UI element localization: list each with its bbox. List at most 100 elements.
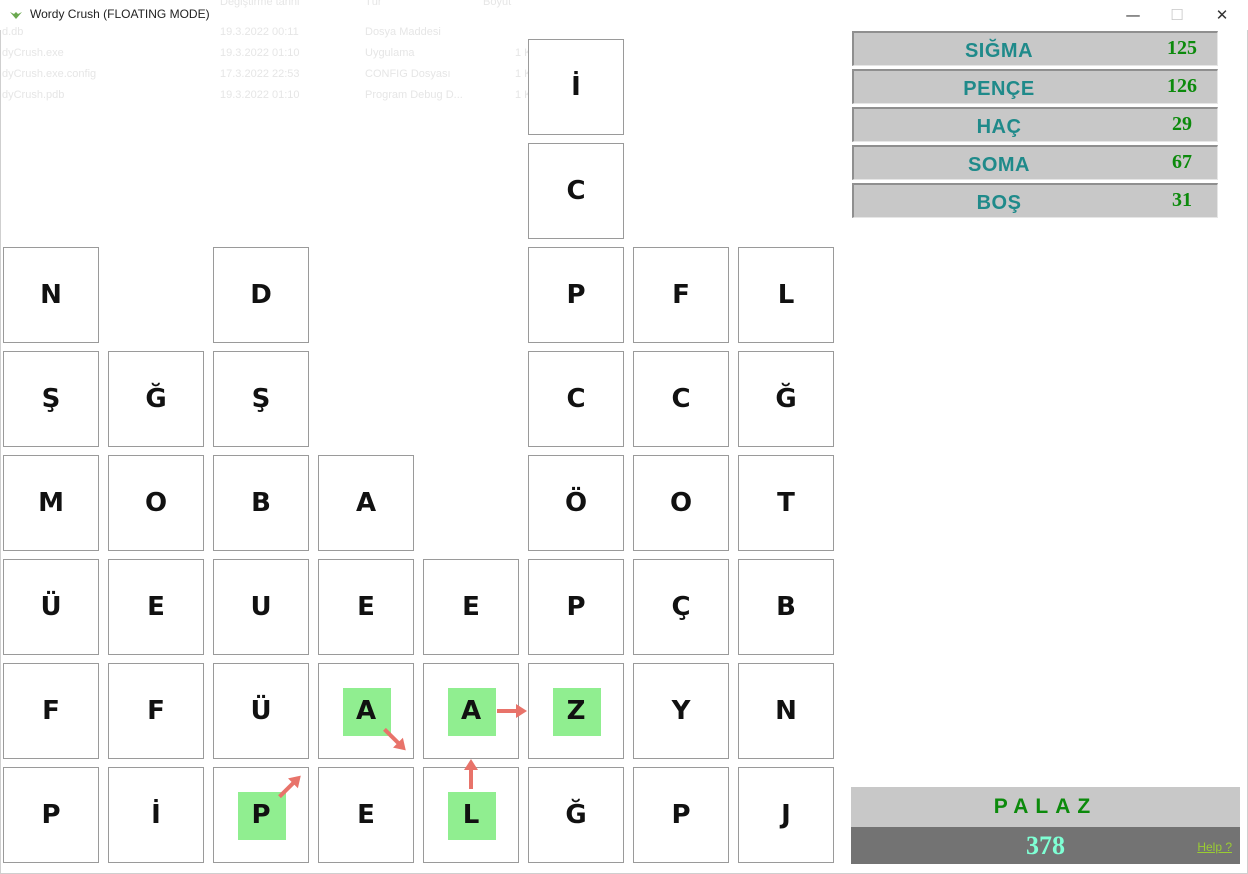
letter-tile[interactable]: E [423, 559, 519, 655]
letter-tile[interactable]: N [3, 247, 99, 343]
tile-letter: F [147, 696, 165, 726]
letter-tile[interactable]: Ğ [738, 351, 834, 447]
letter-tile[interactable]: E [318, 767, 414, 863]
tile-letter: C [566, 384, 586, 414]
tile-letter: Ç [671, 592, 691, 622]
letter-tile[interactable]: P [213, 767, 309, 863]
letter-tile[interactable]: İ [528, 39, 624, 135]
tile-letter: P [671, 800, 691, 830]
tile-letter: Ğ [565, 800, 587, 830]
found-word: PENÇE [963, 77, 1035, 100]
letter-tile[interactable]: Ğ [528, 767, 624, 863]
letter-tile[interactable]: C [633, 351, 729, 447]
letter-tile[interactable]: U [213, 559, 309, 655]
letter-tile[interactable]: J [738, 767, 834, 863]
explorer-file-type: CONFIG Dosyası [365, 68, 451, 80]
letter-tile[interactable]: E [108, 559, 204, 655]
letter-tile[interactable]: Z [528, 663, 624, 759]
letter-tile[interactable]: O [108, 455, 204, 551]
tile-letter: P [566, 280, 586, 310]
found-word-row: SIĞMA 125 [852, 31, 1218, 66]
found-word: SIĞMA [964, 39, 1034, 62]
tile-letter: P [41, 800, 61, 830]
found-word-score: 125 [1167, 36, 1197, 59]
letter-tile[interactable]: L [738, 247, 834, 343]
letter-tile[interactable]: Ç [633, 559, 729, 655]
explorer-file-name: dyCrush.exe [2, 47, 64, 59]
explorer-file-name: dyCrush.exe.config [2, 68, 97, 80]
explorer-file-name: d.db [2, 26, 24, 38]
letter-tile[interactable]: A [423, 663, 519, 759]
title-bar[interactable]: Wordy Crush (FLOATING MODE) — ☐ ✕ [0, 0, 1248, 30]
letter-tile[interactable]: Y [633, 663, 729, 759]
tile-letter: Ğ [775, 384, 797, 414]
tile-letter: A [355, 696, 377, 726]
found-word-score: 126 [1167, 74, 1197, 97]
letter-tile[interactable]: M [3, 455, 99, 551]
letter-tile[interactable]: Ş [213, 351, 309, 447]
window-title: Wordy Crush (FLOATING MODE) [30, 7, 210, 21]
tile-letter: İ [571, 72, 581, 102]
tile-letter: N [775, 696, 797, 726]
found-word-row: BOŞ 31 [852, 183, 1218, 218]
tile-letter: Ğ [145, 384, 167, 414]
letter-tile[interactable]: F [3, 663, 99, 759]
help-link[interactable]: Help ? [1197, 840, 1232, 854]
tile-letter: Ü [40, 592, 62, 622]
tile-letter: J [781, 800, 791, 830]
found-word-row: SOMA 67 [852, 145, 1218, 180]
letter-tile[interactable]: N [738, 663, 834, 759]
tile-letter: Ü [250, 696, 272, 726]
tile-letter: B [251, 488, 271, 518]
explorer-file-date: 19.3.2022 00:11 [220, 26, 299, 38]
explorer-file-date: 19.3.2022 01:10 [220, 89, 300, 101]
letter-tile[interactable]: B [213, 455, 309, 551]
letter-tile[interactable]: T [738, 455, 834, 551]
tile-letter: A [355, 488, 377, 518]
explorer-file-date: 19.3.2022 01:10 [220, 47, 300, 59]
tile-letter: T [777, 488, 795, 518]
letter-tile[interactable]: F [108, 663, 204, 759]
tile-letter: E [147, 592, 165, 622]
letter-tile[interactable]: D [213, 247, 309, 343]
letter-tile[interactable]: Ğ [108, 351, 204, 447]
explorer-header: Boyut [483, 0, 512, 8]
letter-tile[interactable]: B [738, 559, 834, 655]
letter-tile[interactable]: A [318, 455, 414, 551]
letter-tile[interactable]: Ş [3, 351, 99, 447]
tile-letter: F [42, 696, 60, 726]
close-button[interactable]: ✕ [1199, 0, 1245, 30]
tile-letter: P [566, 592, 586, 622]
letter-tile[interactable]: P [633, 767, 729, 863]
letter-tile[interactable]: P [528, 247, 624, 343]
score-bar: 378 Help ? [851, 827, 1240, 864]
tile-letter: O [669, 488, 693, 518]
explorer-file-type: Uygulama [365, 47, 415, 59]
tile-letter: U [250, 592, 272, 622]
letter-tile[interactable]: O [633, 455, 729, 551]
maximize-button[interactable]: ☐ [1154, 0, 1200, 30]
tile-letter: Ş [41, 384, 61, 414]
explorer-file-type: Dosya Maddesi [365, 26, 441, 38]
letter-tile[interactable]: L [423, 767, 519, 863]
tile-letter: M [38, 488, 64, 518]
tile-letter: Ş [251, 384, 271, 414]
letter-tile[interactable]: İ [108, 767, 204, 863]
tile-letter: L [777, 280, 795, 310]
letter-tile[interactable]: E [318, 559, 414, 655]
app-icon [10, 12, 22, 19]
letter-tile[interactable]: C [528, 351, 624, 447]
tile-letter: B [776, 592, 796, 622]
letter-tile[interactable]: F [633, 247, 729, 343]
letter-tile[interactable]: C [528, 143, 624, 239]
letter-tile[interactable]: Ü [3, 559, 99, 655]
letter-tile[interactable]: A [318, 663, 414, 759]
tile-letter: Z [566, 696, 586, 726]
letter-tile[interactable]: Ü [213, 663, 309, 759]
letter-tile[interactable]: Ö [528, 455, 624, 551]
tile-letter: L [462, 800, 480, 830]
letter-tile[interactable]: P [3, 767, 99, 863]
minimize-button[interactable]: — [1110, 0, 1156, 30]
explorer-header: Tür [365, 0, 382, 8]
letter-tile[interactable]: P [528, 559, 624, 655]
